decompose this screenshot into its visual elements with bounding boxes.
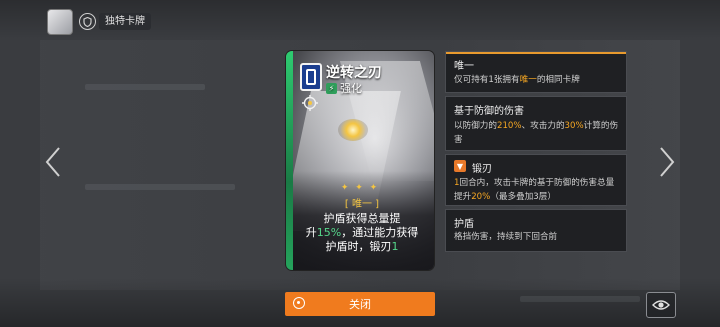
card-art-eye	[338, 119, 368, 141]
panel-text: 仅可持有1张拥有唯一的相同卡牌	[454, 75, 580, 85]
panel-title: 基于防御的伤害	[454, 106, 524, 117]
card-description: [ 唯一 ] 护盾获得总量提 升15%，通过能力获得 护盾时，锻刃1	[294, 198, 430, 254]
card-rarity-bar	[286, 51, 293, 270]
cost-icon	[300, 63, 322, 91]
top-bar: 独特卡牌	[0, 0, 720, 40]
card-keyword: [ 唯一 ]	[344, 199, 380, 210]
card-stars: ✦ ✦ ✦	[340, 183, 380, 193]
panel-accent	[446, 52, 626, 54]
target-icon	[302, 95, 318, 111]
panel-title: 护盾	[454, 219, 474, 230]
eye-icon[interactable]	[646, 292, 676, 318]
prev-arrow-icon[interactable]	[42, 146, 64, 178]
card-desc-line: 护盾时，锻刃1	[325, 240, 399, 253]
info-panel-defense-damage: 基于防御的伤害 以防御力的210%、攻击力的30%计算的伤害	[445, 96, 627, 151]
card-type: ⚡ 强化	[326, 80, 362, 96]
card[interactable]: 逆转之刃 ⚡ 强化 ✦ ✦ ✦ [ 唯一 ] 护盾获得总量提 升15%，通过能力…	[286, 51, 434, 270]
avatar[interactable]	[47, 9, 73, 35]
panel-text: 1回合内，攻击卡牌的基于防御的伤害总量提升20%（最多叠加3层）	[454, 178, 615, 202]
shield-icon[interactable]	[79, 13, 96, 30]
close-circle-icon	[293, 297, 305, 309]
card-desc-line: 升15%，通过能力获得	[305, 226, 419, 239]
info-panel-shield: 护盾 格挡伤害，持续到下回合前	[445, 209, 627, 252]
next-arrow-icon[interactable]	[656, 146, 678, 178]
enhance-icon: ⚡	[326, 82, 337, 94]
close-label: 关闭	[349, 298, 371, 311]
unique-card-tag[interactable]: 独特卡牌	[99, 13, 151, 30]
panel-text: 格挡伤害，持续到下回合前	[454, 232, 558, 242]
info-panel-unique: 唯一 仅可持有1张拥有唯一的相同卡牌	[445, 51, 627, 93]
panel-title: 锻刃	[472, 164, 492, 175]
blade-icon: ▼	[454, 160, 466, 172]
info-panel-forge: ▼ 锻刃 1回合内，攻击卡牌的基于防御的伤害总量提升20%（最多叠加3层）	[445, 154, 627, 206]
close-button[interactable]: 关闭	[285, 292, 435, 316]
card-type-label: 强化	[340, 82, 362, 95]
panel-title: 唯一	[454, 61, 474, 72]
card-desc-line: 护盾获得总量提	[323, 212, 401, 225]
panel-text: 以防御力的210%、攻击力的30%计算的伤害	[454, 121, 619, 145]
card-title: 逆转之刃	[326, 65, 382, 81]
